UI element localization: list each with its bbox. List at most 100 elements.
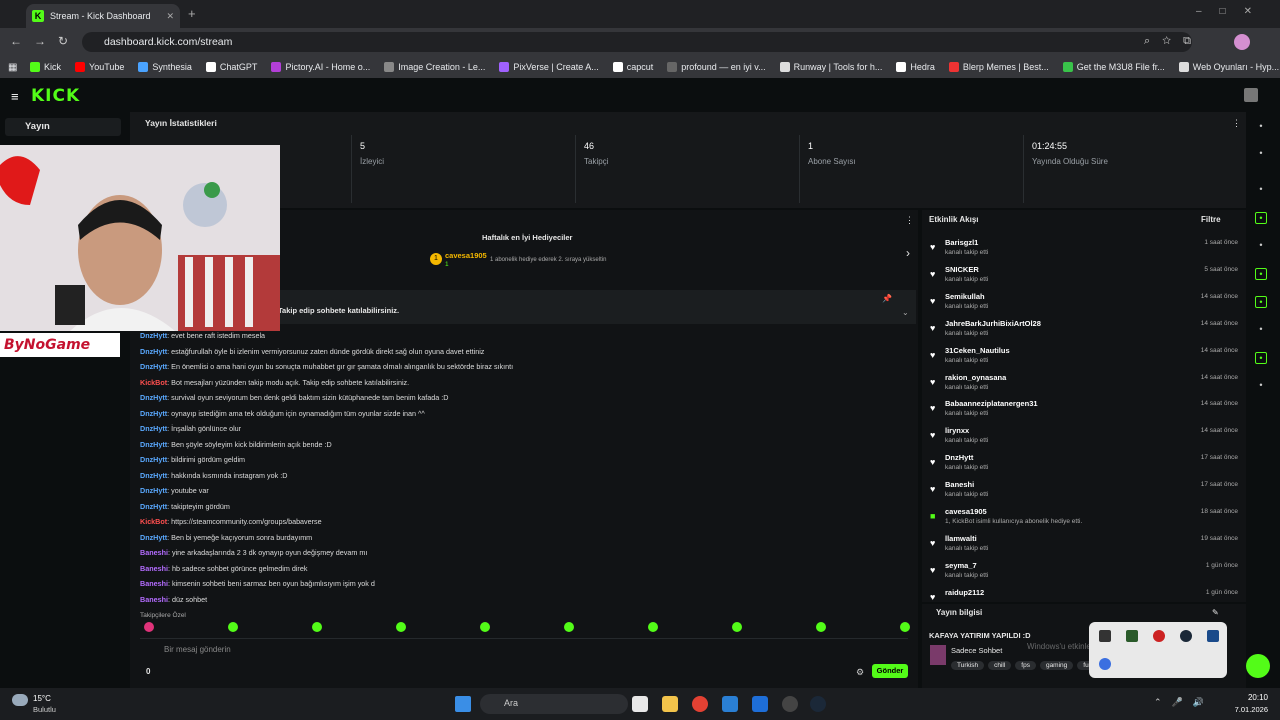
chat-menu-icon[interactable]: ⋮ (905, 215, 914, 226)
activity-item[interactable]: ♥ Baneshi kanalı takip etti 17 saat önce (930, 480, 1242, 506)
profile-avatar[interactable] (1234, 34, 1250, 50)
rail-tool-icon[interactable]: • (1255, 212, 1267, 224)
rail-tool-icon[interactable]: • (1255, 352, 1267, 364)
chat-username[interactable]: DnzHytt (140, 331, 167, 340)
activity-username[interactable]: Barisgzl1 (945, 238, 978, 247)
activity-username[interactable]: 31Ceken_Nautilus (945, 346, 1010, 355)
stats-menu-icon[interactable]: ⋮ (1232, 118, 1241, 129)
send-button[interactable]: Gönder (872, 664, 908, 678)
chat-username[interactable]: DnzHytt (140, 455, 167, 464)
browser-tab[interactable]: K Stream - Kick Dashboard ✕ (26, 4, 180, 28)
nav-buttons[interactable]: ←→↻ (10, 34, 80, 48)
stream-tag[interactable]: Turkish (951, 661, 985, 670)
rail-tool-icon[interactable]: • (1255, 240, 1267, 252)
activity-username[interactable]: seyma_7 (945, 561, 977, 570)
chat-username[interactable]: DnzHytt (140, 409, 167, 418)
chevron-down-icon[interactable]: ⌄ (902, 308, 909, 317)
stream-tag[interactable]: fps (1015, 661, 1036, 670)
chat-username[interactable]: DnzHytt (140, 440, 167, 449)
emote-icon[interactable] (564, 622, 574, 632)
file-explorer-icon[interactable] (662, 696, 678, 712)
task-view-icon[interactable] (632, 696, 648, 712)
chat-username[interactable]: KickBot (140, 378, 167, 387)
taskbar-search[interactable]: Ara (480, 694, 628, 714)
toolbar-icons[interactable]: ⌕☆⧉ (1144, 35, 1203, 48)
chat-username[interactable]: DnzHytt (140, 424, 167, 433)
address-bar[interactable]: dashboard.kick.com/stream (82, 32, 1192, 52)
chat-username[interactable]: Baneshi (140, 548, 168, 557)
category-name[interactable]: Sadece Sohbet (951, 646, 1002, 655)
rail-tool-icon[interactable]: • (1255, 184, 1267, 196)
apps-grid-icon[interactable]: ▦ (8, 62, 17, 73)
bookmark-item[interactable]: ChatGPT (205, 62, 257, 72)
activity-item[interactable]: ♥ seyma_7 kanalı takip etti 1 gün önce (930, 561, 1242, 587)
chat-username[interactable]: Baneshi (140, 595, 168, 604)
bookmark-item[interactable]: capcut (612, 62, 653, 72)
chrome-icon[interactable] (692, 696, 708, 712)
chat-username[interactable]: DnzHytt (140, 347, 167, 356)
tray-app-icon[interactable] (1099, 630, 1111, 642)
chat-username[interactable]: DnzHytt (140, 471, 167, 480)
sidebar-item-yayin[interactable]: Yayın (5, 118, 121, 136)
activity-username[interactable]: cavesa1905 (945, 507, 987, 516)
activity-username[interactable]: Babaanneziplatanergen31 (945, 399, 1038, 408)
chat-username[interactable]: DnzHytt (140, 533, 167, 542)
steam-icon[interactable] (1180, 630, 1192, 642)
activity-username[interactable]: llamwalti (945, 534, 977, 543)
user-avatar[interactable] (1244, 88, 1258, 102)
obs-icon[interactable] (782, 696, 798, 712)
bookmark-item[interactable]: Synthesia (138, 62, 192, 72)
activity-item[interactable]: ♥ lirynxx kanalı takip etti 14 saat önce (930, 426, 1242, 452)
bookmark-item[interactable]: Hedra (896, 62, 935, 72)
rail-tool-icon[interactable]: • (1255, 268, 1267, 280)
activity-item[interactable]: ■ cavesa1905 1, KickBot isimli kullanıcıya… (930, 507, 1242, 533)
bookmark-item[interactable]: Web Oyunları - Hyp... (1178, 62, 1279, 72)
activity-username[interactable]: SNICKER (945, 265, 979, 274)
emote-icon[interactable] (312, 622, 322, 632)
bookmark-item[interactable]: PixVerse | Create A... (499, 62, 599, 72)
emote-icon[interactable] (816, 622, 826, 632)
steam-taskbar-icon[interactable] (810, 696, 826, 712)
kick-logo[interactable]: KICK (31, 86, 80, 106)
emote-icon[interactable] (396, 622, 406, 632)
pin-icon[interactable]: 📌 (882, 294, 892, 303)
bookmark-item[interactable]: Blerp Memes | Best... (948, 62, 1049, 72)
tab-close-icon[interactable]: ✕ (166, 11, 174, 22)
activity-item[interactable]: ♥ SNICKER kanalı takip etti 5 saat önce (930, 265, 1242, 291)
activity-item[interactable]: ♥ Barisgzl1 kanalı takip etti 1 saat önce (930, 238, 1242, 264)
activity-item[interactable]: ♥ JahreBarkJurhiBixiArtOl28 kanalı takip e… (930, 319, 1242, 345)
emote-icon[interactable] (228, 622, 238, 632)
bookmark-item[interactable]: Get the M3U8 File fr... (1062, 62, 1165, 72)
emote-icon[interactable] (732, 622, 742, 632)
tray-app-icon[interactable] (1153, 630, 1165, 642)
emote-icon[interactable] (648, 622, 658, 632)
rail-tool-icon[interactable]: • (1255, 296, 1267, 308)
chat-username[interactable]: DnzHytt (140, 486, 167, 495)
activity-username[interactable]: DnzHytt (945, 453, 973, 462)
emote-icon[interactable] (144, 622, 154, 632)
rail-tool-icon[interactable]: • (1255, 121, 1267, 133)
chat-username[interactable]: DnzHytt (140, 393, 167, 402)
chat-username[interactable]: Baneshi (140, 564, 168, 573)
activity-item[interactable]: ♥ rakion_oynasana kanalı takip etti 14 saat… (930, 373, 1242, 399)
bookmark-item[interactable]: Kick (30, 62, 61, 72)
emote-icon[interactable] (900, 622, 910, 632)
activity-item[interactable]: ♥ Babaanneziplatanergen31 kanalı takip ett… (930, 399, 1242, 425)
activity-username[interactable]: raidup2112 (945, 588, 984, 597)
chat-username[interactable]: DnzHytt (140, 362, 167, 371)
activity-username[interactable]: Semikullah (945, 292, 985, 301)
stream-tag[interactable]: chill (988, 661, 1012, 670)
window-controls[interactable]: –□✕ (1196, 6, 1270, 17)
next-arrow-icon[interactable]: › (906, 246, 910, 260)
bookmark-item[interactable]: profound — en iyi v... (667, 62, 766, 72)
edit-icon[interactable]: ✎ (1212, 608, 1219, 617)
new-tab-icon[interactable]: + (188, 6, 196, 21)
chat-input[interactable]: Bir mesaj gönderin (140, 638, 908, 658)
activity-item[interactable]: ♥ Semikullah kanalı takip etti 14 saat önce (930, 292, 1242, 318)
stream-tag[interactable]: gaming (1039, 661, 1074, 670)
chat-username[interactable]: DnzHytt (140, 502, 167, 511)
chat-username[interactable]: KickBot (140, 517, 167, 526)
activity-item[interactable]: ♥ llamwalti kanalı takip etti 19 saat önce (930, 534, 1242, 560)
activity-username[interactable]: lirynxx (945, 426, 969, 435)
chat-username[interactable]: Baneshi (140, 579, 168, 588)
